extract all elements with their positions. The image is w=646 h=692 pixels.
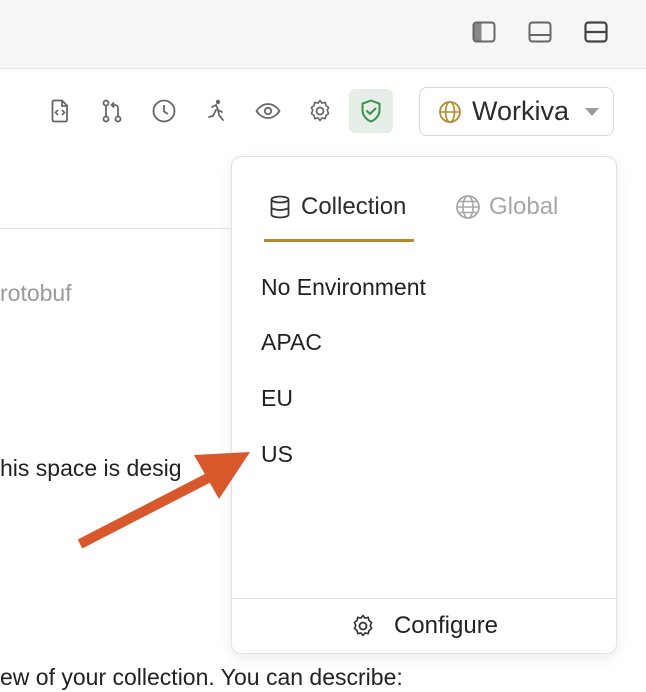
configure-button[interactable]: Configure [232, 598, 616, 653]
configure-label: Configure [393, 612, 499, 639]
space-description-text: his space is desig [0, 455, 182, 481]
env-item-us[interactable]: US [261, 441, 293, 468]
env-item-apac[interactable]: APAC [261, 329, 322, 356]
toggle-split-layout-icon[interactable] [583, 19, 609, 45]
environment-selector-label: Workiva [472, 96, 570, 126]
gear-icon [353, 614, 373, 637]
globe-icon [456, 195, 480, 219]
active-tab-indicator [264, 239, 414, 242]
protobuf-text: rotobuf [0, 280, 72, 306]
chevron-down-icon [585, 108, 599, 116]
shield-check-icon[interactable] [349, 89, 393, 133]
environment-selector[interactable]: Workiva [419, 87, 614, 136]
env-item-no-environment[interactable]: No Environment [261, 274, 426, 301]
toggle-bottom-panel-icon[interactable] [527, 19, 553, 45]
tab-global-label: Global [489, 193, 559, 220]
database-icon [270, 195, 290, 219]
gear-icon[interactable] [303, 94, 337, 128]
environment-dropdown-panel: Collection Global No Environment APAC EU… [231, 156, 617, 654]
title-bar [0, 0, 646, 69]
toggle-sidebar-icon[interactable] [471, 19, 497, 45]
file-code-icon[interactable] [43, 94, 77, 128]
collection-description-text: ew of your collection. You can describe: [0, 664, 403, 690]
history-icon[interactable] [147, 94, 181, 128]
env-item-eu[interactable]: EU [261, 385, 293, 412]
tab-collection[interactable]: Collection [267, 193, 406, 221]
content-divider [0, 228, 232, 229]
tab-collection-label: Collection [301, 193, 407, 220]
eye-icon[interactable] [251, 94, 285, 128]
git-branch-icon[interactable] [95, 94, 129, 128]
runner-icon[interactable] [199, 94, 233, 128]
tab-global[interactable]: Global [455, 193, 558, 221]
globe-icon [439, 100, 461, 123]
